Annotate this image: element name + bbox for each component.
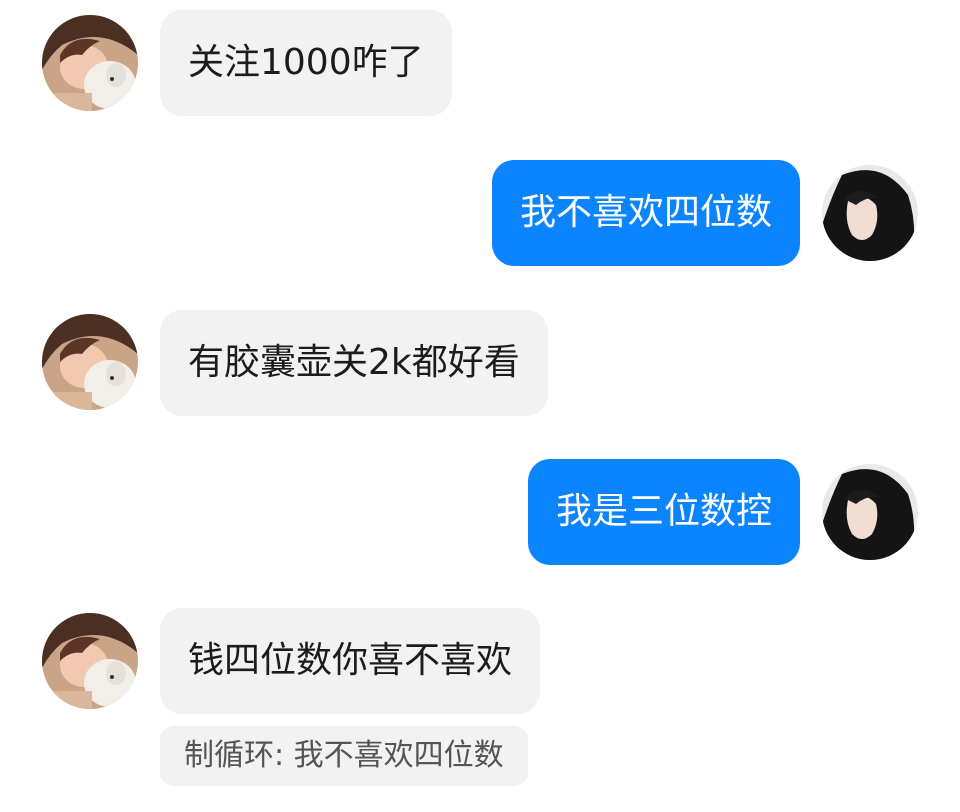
message-bubble-received[interactable]: 钱四位数你喜不喜欢 <box>160 608 541 714</box>
avatar-girl-with-dog-icon <box>42 314 138 410</box>
message-bubble-received[interactable]: 关注1000咋了 <box>160 10 452 116</box>
quoted-message[interactable]: 制循环: 我不喜欢四位数 <box>160 726 528 786</box>
message-bubble-sent[interactable]: 我是三位数控 <box>527 459 800 565</box>
contact-avatar[interactable] <box>42 15 138 111</box>
user-avatar[interactable] <box>822 464 918 560</box>
message-bubble-sent[interactable]: 我不喜欢四位数 <box>491 160 800 266</box>
contact-avatar[interactable] <box>42 613 138 709</box>
chat-thread: 关注1000咋了 我不喜欢四位数 有胶囊壶关2k都好看 我是三位数控 钱四位数你… <box>0 0 960 812</box>
avatar-girl-with-dog-icon <box>42 15 138 111</box>
message-bubble-received[interactable]: 有胶囊壶关2k都好看 <box>160 310 548 416</box>
avatar-girl-with-dog-icon <box>42 613 138 709</box>
avatar-dark-hair-profile-icon <box>822 464 918 560</box>
avatar-dark-hair-profile-icon <box>822 165 918 261</box>
contact-avatar[interactable] <box>42 314 138 410</box>
user-avatar[interactable] <box>822 165 918 261</box>
